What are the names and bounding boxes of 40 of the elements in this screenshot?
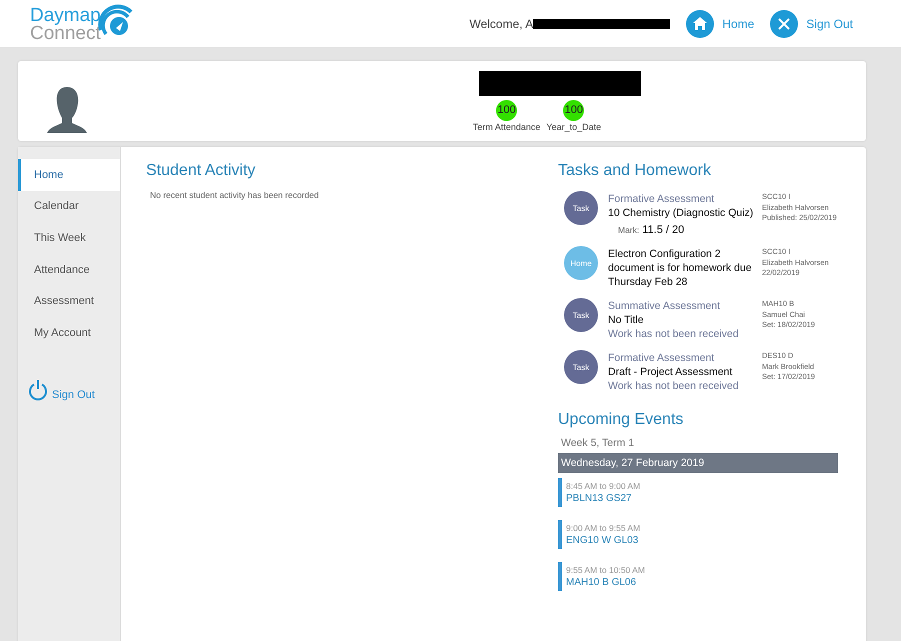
sidebar-item[interactable]: Assessment — [18, 285, 120, 317]
day-header: Wednesday, 27 February 2019 — [558, 453, 838, 473]
empty-message: No recent student activity has been recorded — [150, 190, 320, 200]
task-category: Summative Assessment — [608, 299, 720, 313]
attendance-badge: 100 — [563, 100, 584, 120]
task-category: Formative Assessment — [608, 351, 714, 365]
task-type-badge: Home — [564, 246, 598, 280]
mark-label: Mark: — [618, 225, 640, 235]
task-status: Work has not been received — [608, 379, 739, 393]
welcome-text: Welcome, A — [469, 16, 534, 30]
event-item[interactable]: 9:55 AM to 10:50 AM MAH10 B GL06 — [558, 562, 840, 591]
sidebar-item[interactable]: Calendar — [18, 190, 120, 222]
sidebar-item[interactable]: Home — [18, 159, 120, 191]
section-title: Student Activity — [146, 162, 256, 180]
task-type-badge: Task — [564, 191, 598, 225]
event-item[interactable]: 8:45 AM to 9:00 AM PBLN13 GS27 — [558, 478, 840, 507]
task-type-badge: Task — [564, 298, 598, 332]
stat-label: Year_to_Date — [546, 122, 602, 132]
section-title: Tasks and Homework — [558, 162, 712, 180]
logo-text: Connect — [30, 24, 101, 42]
sidebar-item[interactable]: Attendance — [18, 254, 120, 286]
task-type-badge: Task — [564, 350, 598, 384]
home-icon — [686, 10, 714, 38]
sidebar-item[interactable]: This Week — [18, 222, 120, 254]
task-category: Formative Assessment — [608, 192, 714, 206]
mark-value: 11.5 / 20 — [642, 224, 684, 236]
week-label: Week 5, Term 1 — [560, 437, 636, 449]
task-title[interactable]: No Title — [608, 313, 644, 327]
task-title[interactable]: Electron Configuration 2 document is for homework due Thursday Feb 28 — [608, 247, 758, 289]
task-title[interactable]: Draft - Project Assessment — [608, 365, 732, 379]
stat-label: Term Attendance — [472, 122, 540, 132]
close-icon — [770, 10, 798, 38]
power-icon — [28, 378, 48, 401]
event-item[interactable]: 9:00 AM to 9:55 AM ENG10 W GL03 — [558, 520, 840, 549]
task-status: Work has not been received — [608, 327, 739, 341]
attendance-badge: 100 — [496, 100, 518, 120]
sidebar-item[interactable]: My Account — [18, 316, 120, 349]
task-title[interactable]: 10 Chemistry (Diagnostic Quiz) — [608, 206, 754, 220]
logo-text: Daymap — [30, 6, 101, 24]
section-title: Upcoming Events — [558, 411, 684, 429]
